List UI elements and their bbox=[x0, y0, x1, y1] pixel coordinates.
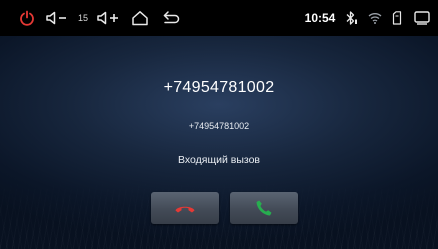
volume-down-icon bbox=[46, 11, 66, 25]
clock: 10:54 bbox=[304, 11, 336, 25]
wifi-icon bbox=[368, 13, 382, 24]
power-icon bbox=[20, 10, 34, 26]
volume-down-button[interactable] bbox=[45, 8, 69, 28]
recent-apps-icon bbox=[414, 11, 430, 25]
incoming-call-screen: +74954781002 +74954781002 Входящий вызов bbox=[0, 36, 438, 249]
volume-up-button[interactable] bbox=[96, 8, 122, 28]
volume-level: 15 bbox=[77, 13, 88, 23]
accept-call-button[interactable] bbox=[230, 192, 298, 224]
reject-call-button[interactable] bbox=[151, 192, 219, 224]
power-button[interactable] bbox=[17, 8, 37, 28]
caller-number-secondary: +74954781002 bbox=[188, 121, 250, 131]
bluetooth-icon bbox=[346, 11, 357, 25]
back-icon bbox=[163, 11, 180, 24]
caller-number: +74954781002 bbox=[163, 79, 275, 96]
home-button[interactable] bbox=[130, 8, 150, 28]
back-button[interactable] bbox=[161, 8, 183, 28]
status-bar: 15 10:54 bbox=[0, 0, 438, 36]
wifi-status bbox=[367, 9, 383, 27]
phone-answer-icon bbox=[256, 200, 272, 216]
bluetooth-status bbox=[343, 9, 359, 27]
recent-apps-button[interactable] bbox=[412, 8, 432, 28]
volume-up-icon bbox=[97, 11, 118, 25]
sd-card-status bbox=[391, 9, 403, 27]
call-status: Входящий вызов bbox=[178, 154, 260, 166]
home-icon bbox=[132, 11, 148, 26]
sd-card-icon bbox=[392, 11, 402, 25]
phone-hangup-icon bbox=[175, 206, 195, 213]
